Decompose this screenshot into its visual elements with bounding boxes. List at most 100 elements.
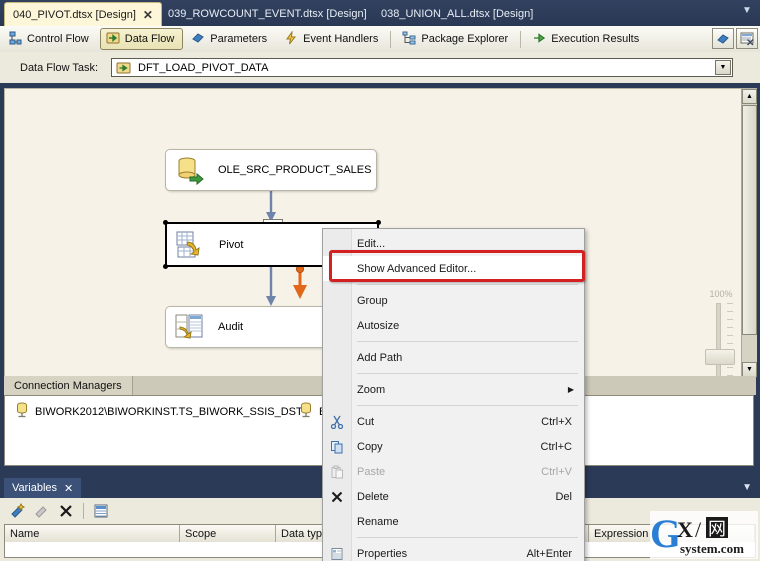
- close-icon[interactable]: ✕: [143, 9, 153, 21]
- ole-db-source-icon: [174, 154, 206, 186]
- canvas-zoom-control[interactable]: 100%: [699, 289, 743, 377]
- menu-item-label: Paste: [357, 465, 386, 478]
- chevron-down-icon[interactable]: ▼: [742, 482, 752, 493]
- menu-icon-slot: [323, 288, 351, 313]
- cut-icon: [323, 409, 351, 434]
- document-tab-039-rowcount-event[interactable]: 039_ROWCOUNT_EVENT.dtsx [Design]: [160, 2, 375, 26]
- menu-item-shortcut: Ctrl+C: [540, 440, 572, 453]
- menu-separator: [357, 373, 578, 374]
- move-variable-icon[interactable]: [32, 501, 52, 521]
- zoom-slider-ticks: [727, 303, 733, 377]
- parameters-shortcut-button[interactable]: [712, 28, 734, 49]
- package-explorer-icon: [402, 31, 416, 48]
- column-header-scope[interactable]: Scope: [180, 525, 276, 542]
- chevron-down-icon[interactable]: ▼: [740, 5, 754, 19]
- menu-item-label: Group: [357, 294, 388, 307]
- tab-label: Package Explorer: [421, 33, 509, 45]
- tab-execution-results[interactable]: Execution Results: [526, 28, 648, 50]
- zoom-slider-track[interactable]: [716, 303, 721, 377]
- menu-item-label: Show Advanced Editor...: [357, 262, 477, 275]
- tab-variables[interactable]: Variables ✕: [4, 478, 82, 498]
- document-tab-label: 039_ROWCOUNT_EVENT.dtsx [Design]: [168, 8, 367, 20]
- tab-parameters[interactable]: Parameters: [185, 28, 276, 50]
- menu-item-show-advanced-editor[interactable]: Show Advanced Editor...: [323, 256, 584, 281]
- zoom-slider-thumb[interactable]: [705, 349, 735, 365]
- component-ole-src-product-sales[interactable]: OLE_SRC_PRODUCT_SALES: [165, 149, 377, 191]
- package-overview-button[interactable]: [736, 28, 758, 49]
- column-header-expression[interactable]: Expression: [589, 525, 755, 542]
- designer-tab-bar: Control Flow Data Flow Parameters Event …: [0, 26, 760, 53]
- tab-label: Execution Results: [551, 33, 640, 45]
- menu-item-shortcut: Del: [555, 490, 572, 503]
- chevron-down-icon[interactable]: ▼: [715, 60, 731, 75]
- menu-separator: [357, 341, 578, 342]
- divider: [83, 502, 84, 519]
- menu-item-label: Rename: [357, 515, 399, 528]
- resize-handle[interactable]: [163, 264, 168, 269]
- delete-icon: [323, 484, 351, 509]
- menu-item-label: Autosize: [357, 319, 400, 332]
- connection-manager-item-dst[interactable]: BIWORK2012\BIWORKINST.TS_BIWORK_SSIS_DST: [15, 402, 303, 421]
- close-icon[interactable]: ✕: [64, 482, 73, 495]
- zoom-percent-label: 100%: [709, 289, 733, 299]
- menu-item-label: Cut: [357, 415, 375, 428]
- pivot-icon: [175, 229, 207, 261]
- connection-manager-icon: [15, 402, 29, 421]
- tab-data-flow[interactable]: Data Flow: [99, 28, 184, 50]
- resize-handle[interactable]: [376, 220, 381, 225]
- tab-label: Event Handlers: [303, 33, 379, 45]
- add-variable-icon[interactable]: [8, 501, 28, 521]
- tab-control-flow[interactable]: Control Flow: [2, 28, 98, 50]
- audit-icon: [174, 311, 206, 343]
- menu-item-label: Delete: [357, 490, 389, 503]
- tab-package-explorer[interactable]: Package Explorer: [396, 28, 517, 50]
- connection-manager-label: BIWORK2012\BIWORKINST.TS_BIWORK_SSIS_DST: [35, 405, 303, 418]
- menu-icon-slot: [323, 231, 351, 256]
- menu-item-cut[interactable]: Cut Ctrl+X: [323, 409, 584, 434]
- document-tab-038-union-all[interactable]: 038_UNION_ALL.dtsx [Design]: [373, 2, 541, 26]
- chevron-right-icon: ▶: [567, 385, 574, 394]
- menu-item-autosize[interactable]: Autosize: [323, 313, 584, 338]
- component-label: OLE_SRC_PRODUCT_SALES: [218, 164, 372, 176]
- data-flow-task-label: Data Flow Task:: [20, 61, 99, 74]
- menu-item-add-path[interactable]: Add Path: [323, 345, 584, 370]
- menu-item-properties[interactable]: Properties Alt+Enter: [323, 541, 584, 561]
- designer-bar-buttons: [712, 28, 758, 49]
- menu-item-label: Zoom: [357, 383, 386, 396]
- menu-item-edit[interactable]: Edit...: [323, 231, 584, 256]
- resize-handle[interactable]: [163, 220, 168, 225]
- properties-icon: [323, 541, 351, 561]
- document-tab-strip: 040_PIVOT.dtsx [Design] ✕ 039_ROWCOUNT_E…: [0, 0, 760, 27]
- copy-icon: [323, 434, 351, 459]
- data-flow-task-icon: [116, 61, 131, 75]
- menu-item-copy[interactable]: Copy Ctrl+C: [323, 434, 584, 459]
- canvas-vertical-scrollbar[interactable]: ▲ ▼: [741, 89, 757, 377]
- delete-variable-icon[interactable]: [56, 501, 76, 521]
- document-tab-040-pivot[interactable]: 040_PIVOT.dtsx [Design] ✕: [4, 2, 162, 27]
- menu-icon-slot: [323, 345, 351, 370]
- menu-separator: [357, 537, 578, 538]
- menu-icon-slot: [323, 509, 351, 534]
- tab-label: Parameters: [210, 33, 268, 45]
- menu-item-delete[interactable]: Delete Del: [323, 484, 584, 509]
- event-handlers-icon: [284, 29, 298, 48]
- ssis-designer-window: 040_PIVOT.dtsx [Design] ✕ 039_ROWCOUNT_E…: [0, 0, 760, 561]
- scrollbar-thumb[interactable]: [742, 105, 757, 335]
- tab-event-handlers[interactable]: Event Handlers: [278, 28, 387, 50]
- component-label: Audit: [218, 321, 244, 333]
- menu-item-zoom[interactable]: Zoom ▶: [323, 377, 584, 402]
- menu-item-rename[interactable]: Rename: [323, 509, 584, 534]
- menu-item-group[interactable]: Group: [323, 288, 584, 313]
- data-flow-icon: [106, 31, 120, 48]
- grid-options-icon[interactable]: [91, 501, 111, 521]
- menu-icon-slot: [323, 256, 351, 281]
- scroll-up-button[interactable]: ▲: [742, 89, 757, 104]
- execution-results-icon: [532, 31, 546, 48]
- tab-connection-managers[interactable]: Connection Managers: [4, 376, 133, 395]
- divider: [390, 30, 392, 48]
- column-header-name[interactable]: Name: [5, 525, 180, 542]
- data-flow-task-combobox[interactable]: DFT_LOAD_PIVOT_DATA ▼: [111, 58, 733, 77]
- scroll-down-button[interactable]: ▼: [742, 362, 757, 377]
- context-menu[interactable]: Edit... Show Advanced Editor... Group Au…: [322, 228, 585, 561]
- paste-icon: [323, 459, 351, 484]
